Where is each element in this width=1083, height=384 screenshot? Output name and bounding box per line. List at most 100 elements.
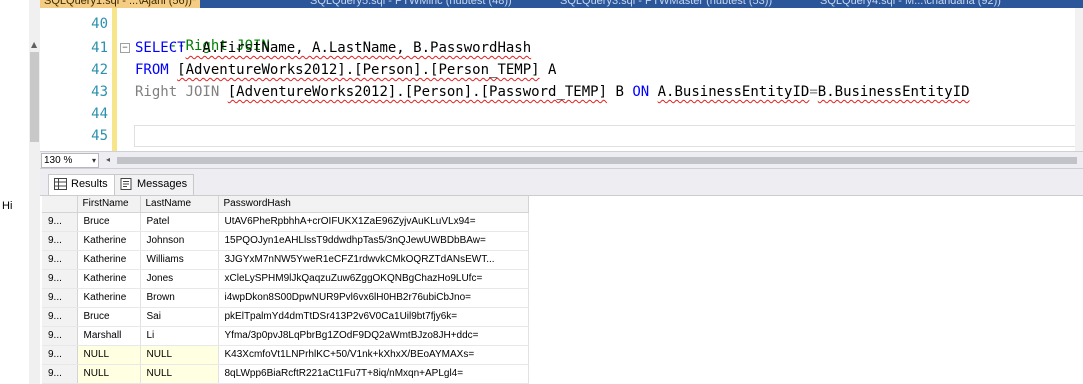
explorer-truncated-text: Hi [2,200,13,212]
firstname-cell[interactable]: Katherine [77,231,141,251]
code-line-41: SELECT A.FirstName, A.LastName, B.Passwo… [135,37,531,59]
tab-messages-label: Messages [137,178,188,190]
firstname-cell[interactable]: Bruce [77,307,141,327]
tab-messages[interactable]: Messages [114,174,195,195]
passwordhash-cell[interactable]: 8qLWpp6BiaRcftR221aCt1Fu7T+8iq/nMxqn+APL… [218,364,529,384]
code-line-42: FROM [AdventureWorks2012].[Person].[Pers… [135,59,556,81]
horizontal-scroll-thumb[interactable] [117,157,1077,164]
table-row[interactable]: 9... Katherine Johnson 15PQOJyn1eAHLlssT9dd… [42,231,529,251]
scroll-left-icon[interactable]: ◂ [106,155,110,164]
code-line-43: Right JOIN [AdventureWorks2012].[Person]… [135,81,970,103]
code-line-40: --Right JOIN [135,13,270,54]
row-number-cell[interactable]: 9... [42,307,78,327]
table-row[interactable]: 9... Bruce Sai pkElTpalmYd4dmTtDSr413P2v6V0… [42,307,529,327]
column-header-passwordhash[interactable]: PasswordHash [218,196,529,213]
right-join-keyword: Right JOIN [135,84,220,100]
results-grid-area: FirstName LastName PasswordHash 9... Bruc… [40,196,1083,384]
passwordhash-cell[interactable]: pkElTpalmYd4dmTtDSr413P2v6V0Ca1Uil9bt7fj… [218,307,529,327]
table-row[interactable]: 9... Katherine Brown i4wpDkon8S00DpwNUR9Pvl… [42,288,529,308]
select-keyword: SELECT [135,40,186,56]
explorer-scroll-thumb[interactable] [30,52,39,142]
grid-header-row: FirstName LastName PasswordHash [42,196,529,213]
firstname-cell[interactable]: Marshall [77,326,141,346]
passwordhash-cell[interactable]: i4wpDkon8S00DpwNUR9Pvl6vx6lH0HB2r76ubiCb… [218,288,529,308]
firstname-cell[interactable]: Katherine [77,269,141,289]
select-columns: A.FirstName, A.LastName, B.PasswordHash [185,40,532,56]
results-grid: FirstName LastName PasswordHash 9... Bruc… [42,196,529,384]
line-number: 42 [91,62,108,78]
table-row[interactable]: 9... Katherine Williams 3JGYxM7nNW5YweR1eCF… [42,250,529,270]
passwordhash-cell[interactable]: K43XcmfoVt1LNPrhlKC+50/V1nk+kXhxX/BEoAYM… [218,345,529,365]
current-line-highlight [134,125,1083,147]
from-alias: A [539,62,557,78]
document-tab-bar: SQLQuery1.sql - ...\Ajani (56))* SQLQuer… [40,0,1083,8]
tab-sqlquery1[interactable]: SQLQuery1.sql - ...\Ajani (56))* [40,0,201,8]
zoom-dropdown[interactable]: 130 % ▾ [41,153,99,168]
table-row[interactable]: 9... NULL NULL K43XcmfoVt1LNPrhlKC+50/V1nk+… [42,345,529,365]
lastname-cell[interactable]: Sai [140,307,219,327]
messages-icon [120,178,132,190]
row-number-cell[interactable]: 9... [42,345,78,365]
from-keyword: FROM [135,62,169,78]
scroll-up-icon[interactable]: ▲ [31,40,37,49]
lastname-cell[interactable]: NULL [140,364,219,384]
firstname-cell[interactable]: Bruce [77,212,141,232]
grid-icon [54,178,67,190]
tab-results-label: Results [71,178,108,190]
lastname-cell[interactable]: Patel [140,212,219,232]
firstname-cell[interactable]: Katherine [77,288,141,308]
row-number-cell[interactable]: 9... [42,231,78,251]
editor-vertical-scrollbar[interactable] [1075,8,1083,151]
join-table: [AdventureWorks2012].[Person].[Password_… [227,84,608,100]
join-alias: B [607,84,633,100]
table-row[interactable]: 9... Marshall Li Yfma/3p0pvJ8LqPbrBg1ZOdF9D… [42,326,529,346]
firstname-cell[interactable]: NULL [77,364,141,384]
table-row[interactable]: 9... Katherine Jones xCleLySPHM9lJkQaqzuZuw… [42,269,529,289]
results-tab-bar: Results Messages [40,169,1083,196]
lastname-cell[interactable]: Johnson [140,231,219,251]
lastname-cell[interactable]: Li [140,326,219,346]
zoom-bar: 130 % ▾ ◂ [40,151,1083,169]
passwordhash-cell[interactable]: 3JGYxM7nNW5YweR1eCFZ1rdwvkCMkOQRZTdANsEW… [218,250,529,270]
passwordhash-cell[interactable]: Yfma/3p0pvJ8LqPbrBg1ZOdF9DQ2aWmtBJzo8JH+… [218,326,529,346]
row-number-header[interactable] [42,196,78,213]
column-header-firstname[interactable]: FirstName [77,196,141,213]
tab-sqlquery3[interactable]: SQLQuery3.sql - PTWMaster (hubtest (53)) [560,0,772,8]
line-number: 40 [91,16,108,32]
row-number-cell[interactable]: 9... [42,212,78,232]
row-number-cell[interactable]: 9... [42,288,78,308]
passwordhash-cell[interactable]: UtAV6PheRpbhhA+crOIFUKX1ZaE96ZyjvAuKLuVL… [218,212,529,232]
lastname-cell[interactable]: Williams [140,250,219,270]
line-number: 44 [91,106,108,122]
tab-sqlquery5[interactable]: SQLQuery5.sql - PTWMinc (hubtest (48)) [310,0,512,8]
line-number: 43 [91,84,108,100]
lastname-cell[interactable]: NULL [140,345,219,365]
lastname-cell[interactable]: Jones [140,269,219,289]
collapse-region-icon[interactable]: − [120,43,130,53]
zoom-value: 130 % [44,155,73,166]
on-keyword: ON [632,84,650,100]
object-explorer-edge: ▲ Hi [0,0,40,384]
table-row[interactable]: 9... NULL NULL 8qLWpp6BiaRcftR221aCt1Fu7T+8… [42,364,529,384]
passwordhash-cell[interactable]: 15PQOJyn1eAHLlssT9ddwdhpTas5/3nQJewUWBDb… [218,231,529,251]
lastname-cell[interactable]: Brown [140,288,219,308]
line-number: 41 [91,40,108,56]
table-row[interactable]: 9... Bruce Patel UtAV6PheRpbhhA+crOIFUKX1Za… [42,212,529,232]
line-number: 45 [91,128,108,144]
change-tracking-bar [112,8,117,151]
firstname-cell[interactable]: Katherine [77,250,141,270]
join-condition-right: B.BusinessEntityID [817,84,970,100]
firstname-cell[interactable]: NULL [77,345,141,365]
row-number-cell[interactable]: 9... [42,269,78,289]
join-condition-left: A.BusinessEntityID [657,84,810,100]
tab-results[interactable]: Results [48,174,115,195]
row-number-cell[interactable]: 9... [42,250,78,270]
passwordhash-cell[interactable]: xCleLySPHM9lJkQaqzuZuw6ZggOKQNBgChazHo9L… [218,269,529,289]
column-header-lastname[interactable]: LastName [140,196,219,213]
from-table: [AdventureWorks2012].[Person].[Person_TE… [177,62,540,78]
chevron-down-icon[interactable]: ▾ [92,154,96,167]
tab-sqlquery4[interactable]: SQLQuery4.sql - M...\chandana (92)) [820,0,1001,8]
row-number-cell[interactable]: 9... [42,326,78,346]
query-editor[interactable]: 40 41 42 43 44 45 − --Right JOIN SELECT … [40,8,1083,151]
row-number-cell[interactable]: 9... [42,364,78,384]
